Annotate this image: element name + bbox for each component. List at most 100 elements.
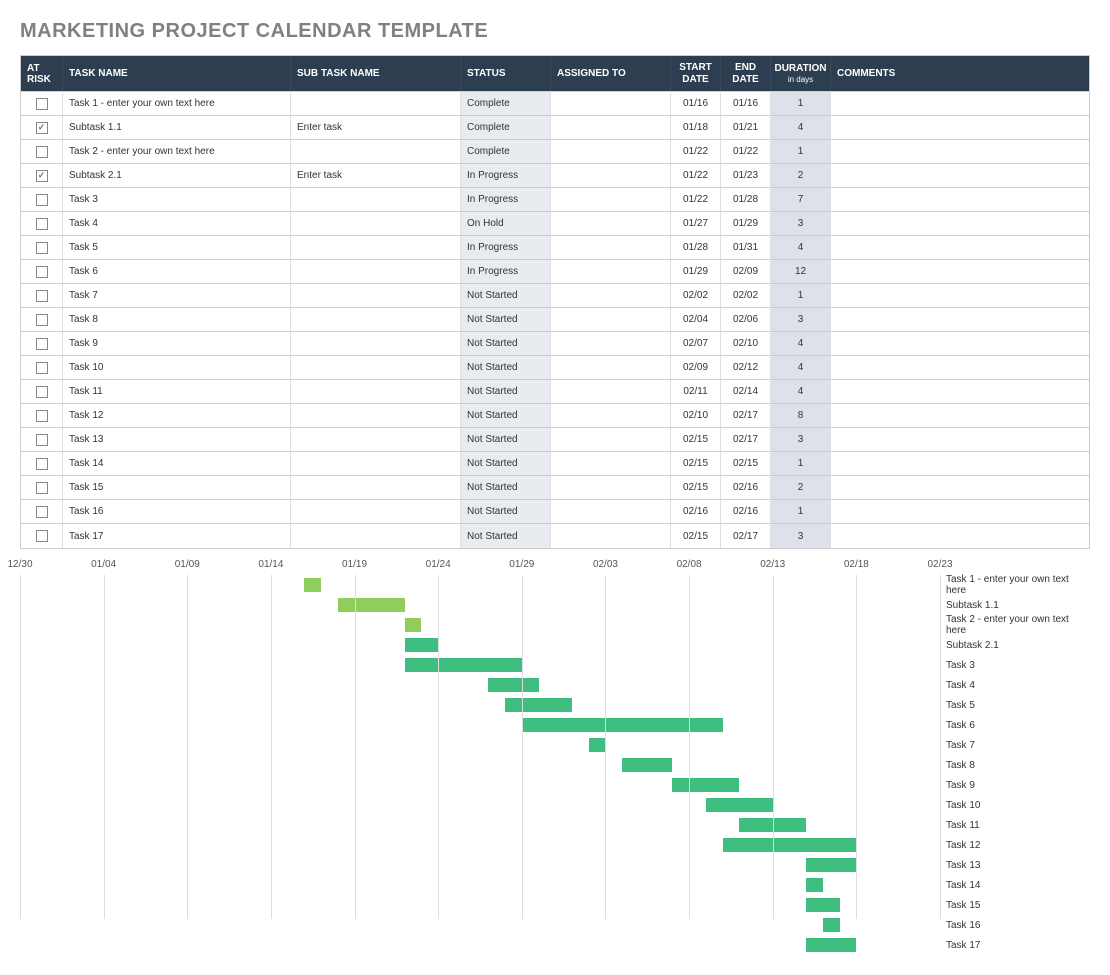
task-name-cell[interactable]: Task 12 [63, 404, 291, 427]
start-date-cell[interactable]: 02/09 [671, 356, 721, 379]
at-risk-cell[interactable] [21, 260, 63, 283]
checkbox-icon[interactable] [36, 122, 48, 134]
at-risk-cell[interactable] [21, 356, 63, 379]
at-risk-cell[interactable] [21, 428, 63, 451]
subtask-cell[interactable]: Enter task [291, 116, 461, 139]
at-risk-cell[interactable] [21, 404, 63, 427]
status-cell[interactable]: Not Started [461, 380, 551, 403]
start-date-cell[interactable]: 01/27 [671, 212, 721, 235]
subtask-cell[interactable] [291, 500, 461, 523]
at-risk-cell[interactable] [21, 500, 63, 523]
assigned-cell[interactable] [551, 452, 671, 475]
task-name-cell[interactable]: Task 17 [63, 524, 291, 548]
task-name-cell[interactable]: Subtask 1.1 [63, 116, 291, 139]
task-name-cell[interactable]: Task 5 [63, 236, 291, 259]
subtask-cell[interactable] [291, 284, 461, 307]
subtask-cell[interactable] [291, 188, 461, 211]
comments-cell[interactable] [831, 284, 1089, 307]
subtask-cell[interactable] [291, 452, 461, 475]
start-date-cell[interactable]: 01/28 [671, 236, 721, 259]
checkbox-icon[interactable] [36, 458, 48, 470]
assigned-cell[interactable] [551, 188, 671, 211]
start-date-cell[interactable]: 01/18 [671, 116, 721, 139]
comments-cell[interactable] [831, 500, 1089, 523]
comments-cell[interactable] [831, 236, 1089, 259]
checkbox-icon[interactable] [36, 386, 48, 398]
assigned-cell[interactable] [551, 92, 671, 115]
task-name-cell[interactable]: Task 10 [63, 356, 291, 379]
task-name-cell[interactable]: Task 4 [63, 212, 291, 235]
task-name-cell[interactable]: Task 1 - enter your own text here [63, 92, 291, 115]
task-name-cell[interactable]: Task 8 [63, 308, 291, 331]
subtask-cell[interactable] [291, 140, 461, 163]
subtask-cell[interactable] [291, 260, 461, 283]
task-name-cell[interactable]: Task 13 [63, 428, 291, 451]
assigned-cell[interactable] [551, 500, 671, 523]
status-cell[interactable]: In Progress [461, 260, 551, 283]
comments-cell[interactable] [831, 188, 1089, 211]
start-date-cell[interactable]: 02/11 [671, 380, 721, 403]
status-cell[interactable]: Not Started [461, 476, 551, 499]
start-date-cell[interactable]: 01/22 [671, 188, 721, 211]
assigned-cell[interactable] [551, 236, 671, 259]
end-date-cell[interactable]: 02/09 [721, 260, 771, 283]
assigned-cell[interactable] [551, 428, 671, 451]
start-date-cell[interactable]: 02/15 [671, 428, 721, 451]
task-name-cell[interactable]: Task 14 [63, 452, 291, 475]
comments-cell[interactable] [831, 140, 1089, 163]
at-risk-cell[interactable] [21, 380, 63, 403]
comments-cell[interactable] [831, 308, 1089, 331]
at-risk-cell[interactable] [21, 524, 63, 548]
status-cell[interactable]: Not Started [461, 452, 551, 475]
end-date-cell[interactable]: 01/23 [721, 164, 771, 187]
status-cell[interactable]: Complete [461, 140, 551, 163]
start-date-cell[interactable]: 02/15 [671, 524, 721, 548]
comments-cell[interactable] [831, 92, 1089, 115]
checkbox-icon[interactable] [36, 338, 48, 350]
checkbox-icon[interactable] [36, 98, 48, 110]
assigned-cell[interactable] [551, 140, 671, 163]
assigned-cell[interactable] [551, 476, 671, 499]
comments-cell[interactable] [831, 332, 1089, 355]
assigned-cell[interactable] [551, 380, 671, 403]
assigned-cell[interactable] [551, 260, 671, 283]
assigned-cell[interactable] [551, 284, 671, 307]
assigned-cell[interactable] [551, 356, 671, 379]
start-date-cell[interactable]: 01/22 [671, 140, 721, 163]
assigned-cell[interactable] [551, 524, 671, 548]
at-risk-cell[interactable] [21, 164, 63, 187]
at-risk-cell[interactable] [21, 236, 63, 259]
subtask-cell[interactable] [291, 212, 461, 235]
status-cell[interactable]: Complete [461, 116, 551, 139]
status-cell[interactable]: Not Started [461, 500, 551, 523]
start-date-cell[interactable]: 02/04 [671, 308, 721, 331]
checkbox-icon[interactable] [36, 362, 48, 374]
checkbox-icon[interactable] [36, 506, 48, 518]
checkbox-icon[interactable] [36, 314, 48, 326]
end-date-cell[interactable]: 02/12 [721, 356, 771, 379]
checkbox-icon[interactable] [36, 146, 48, 158]
end-date-cell[interactable]: 02/17 [721, 428, 771, 451]
status-cell[interactable]: Not Started [461, 284, 551, 307]
start-date-cell[interactable]: 01/29 [671, 260, 721, 283]
task-name-cell[interactable]: Task 7 [63, 284, 291, 307]
at-risk-cell[interactable] [21, 116, 63, 139]
status-cell[interactable]: Not Started [461, 404, 551, 427]
end-date-cell[interactable]: 02/15 [721, 452, 771, 475]
checkbox-icon[interactable] [36, 266, 48, 278]
start-date-cell[interactable]: 02/07 [671, 332, 721, 355]
end-date-cell[interactable]: 02/06 [721, 308, 771, 331]
end-date-cell[interactable]: 01/29 [721, 212, 771, 235]
comments-cell[interactable] [831, 260, 1089, 283]
end-date-cell[interactable]: 02/16 [721, 476, 771, 499]
at-risk-cell[interactable] [21, 212, 63, 235]
at-risk-cell[interactable] [21, 188, 63, 211]
subtask-cell[interactable] [291, 428, 461, 451]
subtask-cell[interactable] [291, 92, 461, 115]
subtask-cell[interactable] [291, 308, 461, 331]
comments-cell[interactable] [831, 404, 1089, 427]
start-date-cell[interactable]: 01/16 [671, 92, 721, 115]
start-date-cell[interactable]: 02/02 [671, 284, 721, 307]
start-date-cell[interactable]: 02/16 [671, 500, 721, 523]
comments-cell[interactable] [831, 164, 1089, 187]
